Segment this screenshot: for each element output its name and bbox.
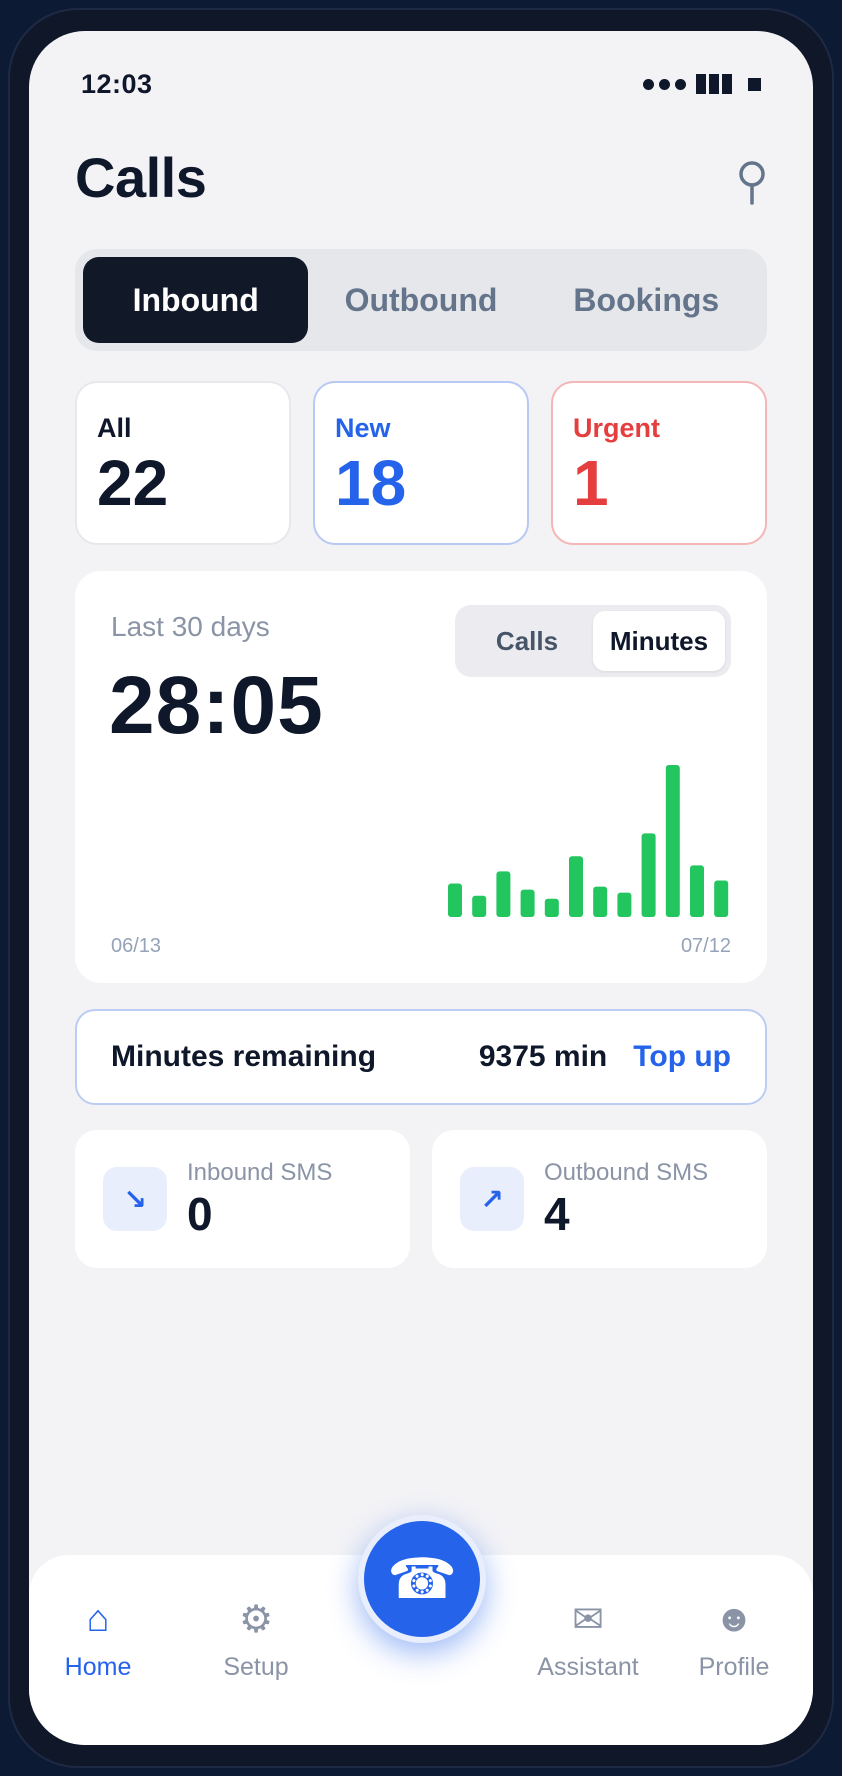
outbound-sms-label: Outbound SMS: [544, 1158, 709, 1186]
minutes-remaining-label: Minutes remaining: [111, 1040, 377, 1073]
nav-setup[interactable]: ⚙ Setup: [191, 1595, 321, 1682]
usage-card: Last 30 days 28:05 Calls Minutes 06/13 0…: [75, 571, 767, 983]
usage-bar: [617, 892, 632, 917]
counter-urgent[interactable]: Urgent 1: [551, 381, 767, 545]
usage-bar: [448, 883, 462, 917]
tab-inbound[interactable]: Inbound: [83, 257, 309, 343]
smiley-icon: ☻: [714, 1597, 754, 1640]
usage-bar: [593, 886, 608, 917]
status-bar: 12:03: [81, 69, 761, 99]
inbound-sms-label: Inbound SMS: [187, 1158, 333, 1186]
counter-new-value: 18: [335, 447, 407, 519]
usage-bar: [690, 865, 704, 917]
tab-outbound[interactable]: Outbound: [308, 257, 533, 343]
counter-urgent-value: 1: [573, 447, 609, 519]
usage-bar: [544, 898, 559, 917]
arrow-up-right-icon: ↗: [460, 1167, 524, 1231]
counter-all-value: 22: [97, 447, 169, 519]
call-type-tabs: Inbound Outbound Bookings: [75, 249, 767, 351]
nav-profile[interactable]: ☻ Profile: [669, 1595, 799, 1682]
usage-bar: [520, 889, 535, 917]
tab-bookings[interactable]: Bookings: [534, 257, 759, 343]
counter-new-label: New: [335, 413, 391, 443]
nav-setup-label: Setup: [223, 1653, 289, 1681]
counter-new[interactable]: New 18: [313, 381, 529, 545]
home-icon: ⌂: [86, 1597, 110, 1640]
nav-assistant[interactable]: ✉ Assistant: [513, 1595, 663, 1682]
usage-bar-chart: [448, 765, 729, 917]
x-axis-start-label: 06/13: [111, 935, 162, 957]
signal-dots-icon: [643, 78, 686, 90]
sms-stats: ↘ Inbound SMS 0 ↗ Outbound SMS 4: [75, 1130, 767, 1268]
usage-bar: [569, 856, 583, 917]
nav-home-label: Home: [64, 1653, 132, 1681]
envelope-icon: ✉: [572, 1598, 604, 1641]
minutes-remaining-bar: Minutes remaining 9375 min Top up: [75, 1009, 767, 1105]
usage-bar: [472, 895, 487, 917]
counter-all-label: All: [97, 413, 132, 443]
status-icons: [643, 74, 761, 94]
usage-bar: [665, 765, 680, 917]
nav-profile-label: Profile: [698, 1653, 770, 1681]
nav-assistant-label: Assistant: [537, 1653, 639, 1681]
gear-icon: ⚙: [238, 1598, 274, 1641]
search-icon[interactable]: [734, 159, 770, 205]
usage-bar: [641, 833, 656, 917]
call-button[interactable]: ☎: [358, 1515, 486, 1643]
app-screen: 12:03 Calls Inbound Outbound Bookings Al…: [29, 31, 813, 1745]
outbound-sms-card[interactable]: ↗ Outbound SMS 4: [432, 1130, 767, 1268]
inbound-sms-value: 0: [187, 1187, 213, 1240]
battery-icon: [748, 77, 761, 91]
phone-icon: ☎: [387, 1547, 457, 1610]
minutes-remaining-value: 9375 min: [478, 1040, 608, 1073]
page-title: Calls: [75, 146, 207, 209]
counter-all[interactable]: All 22: [75, 381, 291, 545]
call-counters: All 22 New 18 Urgent 1: [75, 381, 767, 545]
top-up-button[interactable]: Top up: [633, 1040, 731, 1074]
usage-bar: [714, 880, 729, 917]
nav-home[interactable]: ⌂ Home: [33, 1595, 163, 1682]
counter-urgent-label: Urgent: [573, 413, 660, 443]
x-axis-end-label: 07/12: [680, 935, 731, 957]
outbound-sms-value: 4: [544, 1187, 570, 1240]
arrow-down-right-icon: ↘: [103, 1167, 167, 1231]
signal-bars-icon: [696, 74, 732, 94]
status-time: 12:03: [81, 68, 153, 99]
inbound-sms-card[interactable]: ↘ Inbound SMS 0: [75, 1130, 410, 1268]
usage-bar: [496, 871, 511, 917]
